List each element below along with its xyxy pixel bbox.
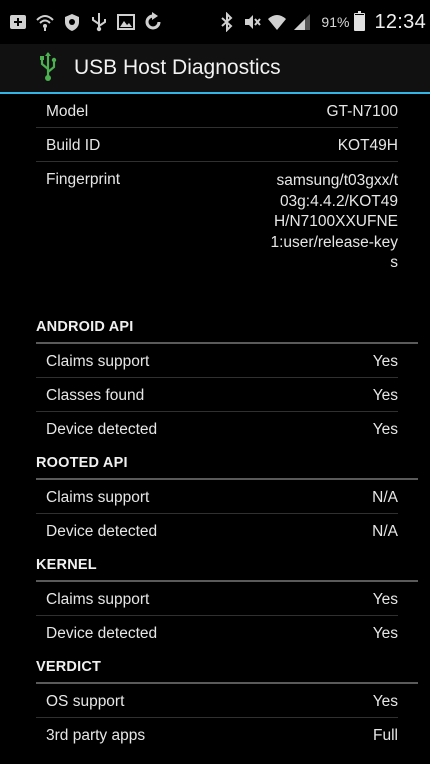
info-row-build-id: Build ID KOT49H [36, 128, 398, 162]
row-label: Fingerprint [46, 171, 121, 188]
row-value: samsung/t03gxx/t03g:4.4.2/KOT49H/N7100XX… [270, 172, 398, 271]
row-label: OS support [46, 693, 125, 710]
row-label: Claims support [46, 489, 150, 506]
row-value: Yes [372, 693, 398, 710]
app-title: USB Host Diagnostics [74, 56, 281, 79]
info-row: Device detected Yes [36, 616, 398, 650]
section-header-android-api: ANDROID API [36, 310, 418, 344]
row-label: Model [46, 103, 89, 120]
row-value: Yes [372, 387, 398, 404]
battery-fill [355, 15, 365, 30]
mute-icon [242, 12, 262, 32]
info-row: Device detected N/A [36, 514, 398, 548]
section-title: ROOTED API [36, 455, 128, 471]
shield-icon [62, 12, 82, 32]
info-row: Claims support Yes [36, 582, 398, 616]
row-value: Yes [372, 591, 398, 608]
bluetooth-icon [217, 12, 237, 32]
usb-icon [89, 12, 109, 32]
usb-icon [40, 52, 57, 81]
refresh-icon [143, 12, 163, 32]
row-label: 3rd party apps [46, 727, 146, 744]
section-title: KERNEL [36, 557, 97, 573]
system-icons: 91% 12:34 [217, 8, 426, 36]
battery-percentage: 91% [321, 14, 350, 30]
row-value: Full [373, 727, 398, 744]
info-row: OS support Yes [36, 684, 398, 718]
section-title: ANDROID API [36, 319, 134, 335]
action-bar: USB Host Diagnostics [0, 44, 430, 94]
signal-icon [292, 12, 312, 32]
add-icon [8, 12, 28, 32]
row-value: Yes [372, 353, 398, 370]
section-header-rooted-api: ROOTED API [36, 446, 418, 480]
diagnostics-list[interactable]: Model GT-N7100 Build ID KOT49H Fingerpri… [0, 94, 430, 752]
section-title: VERDICT [36, 659, 102, 675]
row-value: KOT49H [337, 137, 398, 154]
wifi-signal-icon [267, 12, 287, 32]
clock: 12:34 [374, 10, 426, 33]
row-label: Claims support [46, 353, 150, 370]
row-label: Device detected [46, 523, 158, 540]
notification-icons [8, 10, 163, 34]
row-value: N/A [372, 489, 398, 506]
section-header-kernel: KERNEL [36, 548, 418, 582]
row-label: Classes found [46, 387, 145, 404]
info-row: 3rd party apps Full [36, 718, 398, 752]
info-row-model: Model GT-N7100 [36, 94, 398, 128]
row-label: Build ID [46, 137, 101, 154]
image-icon [116, 12, 136, 32]
info-row-fingerprint: Fingerprint samsung/t03gxx/t03g:4.4.2/KO… [36, 162, 398, 310]
row-value: GT-N7100 [326, 103, 398, 120]
wifi-icon [35, 12, 55, 32]
status-bar: 91% 12:34 [0, 0, 430, 44]
row-label: Claims support [46, 591, 150, 608]
row-label: Device detected [46, 625, 158, 642]
row-value: Yes [372, 625, 398, 642]
battery-icon [354, 11, 366, 31]
section-header-verdict: VERDICT [36, 650, 418, 684]
info-row: Claims support N/A [36, 480, 398, 514]
row-label: Device detected [46, 421, 158, 438]
row-value: N/A [372, 523, 398, 540]
info-row: Claims support Yes [36, 344, 398, 378]
info-row: Classes found Yes [36, 378, 398, 412]
row-value: Yes [372, 421, 398, 438]
info-row: Device detected Yes [36, 412, 398, 446]
